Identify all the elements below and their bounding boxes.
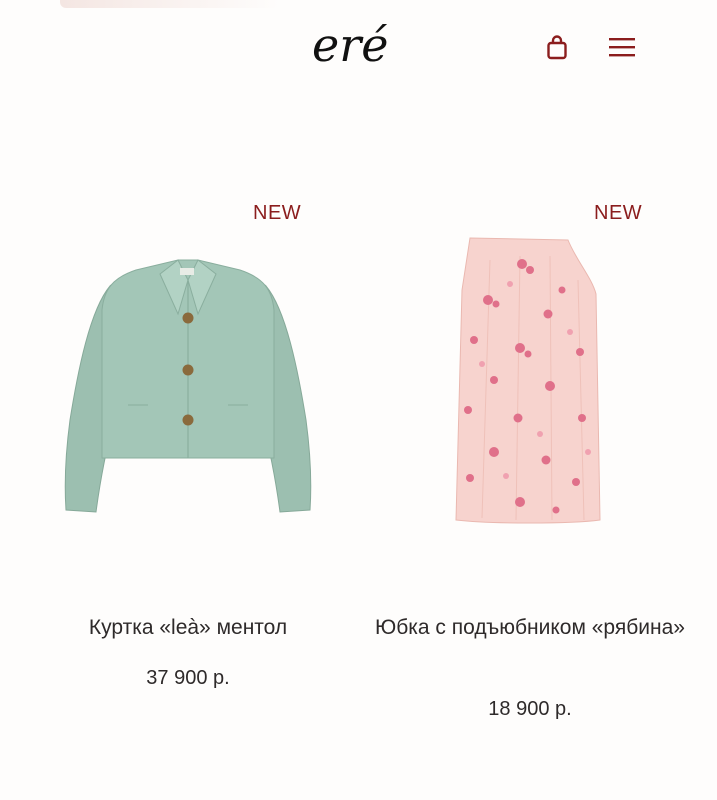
product-listing-page: eré NEW Куртка «leà» ментол 37 900 р. NE…: [0, 0, 717, 800]
svg-text:eré: eré: [312, 18, 388, 70]
site-header: eré: [0, 0, 717, 90]
product-card[interactable]: NEW Юбка с подъюбником «рябина» 18 900 р…: [370, 190, 690, 750]
product-price: 18 900 р.: [488, 698, 572, 720]
product-image-skirt[interactable]: [370, 220, 690, 560]
shopping-bag-icon: [547, 35, 567, 60]
product-image-jacket[interactable]: [28, 220, 348, 560]
product-name[interactable]: Куртка «leà» ментол: [28, 613, 348, 643]
product-card[interactable]: NEW Куртка «leà» ментол 37 900 р.: [28, 190, 348, 750]
cart-button[interactable]: [540, 30, 574, 64]
brand-logo[interactable]: eré: [310, 14, 410, 70]
menu-button[interactable]: [604, 30, 640, 64]
product-price: 37 900 р.: [146, 667, 230, 689]
hamburger-menu-icon: [609, 38, 635, 57]
product-name[interactable]: Юбка с подъюбником «рябина»: [370, 613, 690, 643]
